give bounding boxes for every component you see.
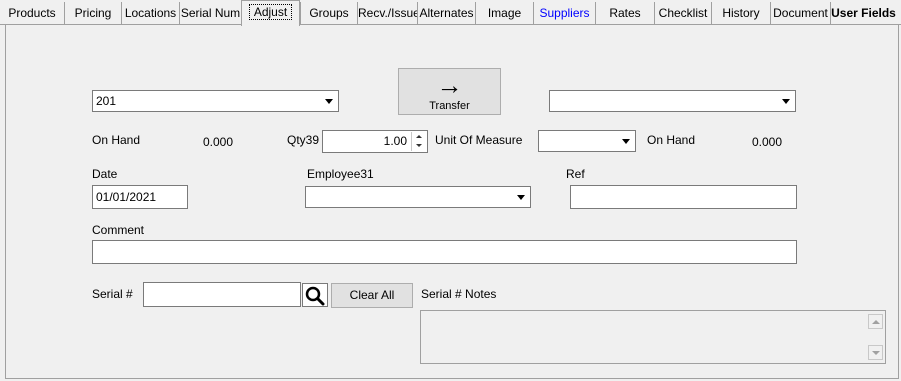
- transfer-button-label: Transfer: [429, 100, 470, 112]
- tab-products-label: Products: [8, 6, 56, 20]
- chevron-down-icon[interactable]: [321, 92, 337, 110]
- clear-all-button[interactable]: Clear All: [331, 283, 413, 308]
- tab-locations-label: Locations: [124, 6, 177, 20]
- scroll-up-icon[interactable]: [868, 314, 883, 329]
- chevron-down-icon[interactable]: [618, 132, 634, 150]
- tab-strip: Products Pricing Locations Serial Num Ad…: [0, 0, 901, 26]
- tab-locations[interactable]: Locations: [121, 2, 179, 25]
- tab-adjust-label: Adjust: [248, 4, 293, 20]
- tab-suppliers-label: Suppliers: [539, 6, 590, 20]
- chevron-down-icon[interactable]: [778, 92, 794, 110]
- tab-user-fields[interactable]: User Fields: [830, 2, 896, 25]
- comment-field[interactable]: [92, 240, 797, 264]
- uom-label: Unit Of Measure: [435, 133, 523, 147]
- tab-serial-num[interactable]: Serial Num: [179, 2, 241, 25]
- transfer-button[interactable]: → Transfer: [398, 68, 501, 115]
- ref-field[interactable]: [570, 185, 797, 209]
- tab-history[interactable]: History: [711, 2, 770, 25]
- date-value: 01/01/2021: [96, 190, 157, 204]
- tab-suppliers[interactable]: Suppliers: [533, 2, 595, 25]
- serial-notes-field[interactable]: [420, 310, 886, 364]
- serial-label: Serial #: [92, 287, 133, 301]
- serial-notes-label: Serial # Notes: [421, 287, 497, 301]
- serial-input[interactable]: [143, 282, 301, 307]
- tab-rates-label: Rates: [609, 6, 641, 20]
- spin-up-icon[interactable]: [412, 132, 426, 141]
- chevron-down-icon[interactable]: [513, 188, 529, 206]
- uom-select[interactable]: [538, 130, 636, 152]
- from-location-value: 201: [96, 94, 117, 108]
- tab-alternates-label: Alternates: [419, 6, 474, 20]
- tab-document[interactable]: Document: [770, 2, 830, 25]
- tab-recv-issue[interactable]: Recv./Issue: [357, 2, 417, 25]
- qty-spin-buttons[interactable]: [411, 132, 426, 151]
- tab-image[interactable]: Image: [475, 2, 533, 25]
- on-hand-right-value: 0.000: [752, 135, 783, 149]
- qty-stepper[interactable]: 1.00: [322, 130, 428, 153]
- from-location-select[interactable]: 201: [92, 90, 339, 112]
- qty-label: Qty39: [287, 133, 320, 147]
- scroll-down-icon[interactable]: [868, 345, 883, 360]
- tab-pricing-label: Pricing: [74, 6, 112, 20]
- tab-adjust[interactable]: Adjust: [241, 0, 300, 26]
- tab-groups-label: Groups: [309, 6, 349, 20]
- arrow-right-icon: →: [436, 70, 463, 100]
- tab-serial-num-label: Serial Num: [180, 6, 241, 20]
- tab-recv-issue-label: Recv./Issue: [358, 6, 417, 20]
- comment-label: Comment: [92, 223, 145, 237]
- ref-label: Ref: [566, 167, 585, 181]
- employee-select[interactable]: [305, 186, 531, 208]
- qty-value: 1.00: [383, 134, 407, 148]
- tab-groups[interactable]: Groups: [300, 2, 357, 25]
- tab-pricing[interactable]: Pricing: [64, 2, 121, 25]
- tab-checklist-label: Checklist: [658, 6, 708, 20]
- on-hand-left-label: On Hand: [92, 133, 141, 147]
- date-field[interactable]: 01/01/2021: [92, 185, 188, 209]
- tab-rates[interactable]: Rates: [595, 2, 654, 25]
- to-location-select[interactable]: [549, 90, 796, 112]
- tab-document-label: Document: [773, 6, 828, 20]
- serial-notes-scrollbar[interactable]: [867, 312, 884, 362]
- tab-products[interactable]: Products: [0, 2, 64, 25]
- tab-checklist[interactable]: Checklist: [654, 2, 711, 25]
- on-hand-left-value: 0.000: [203, 135, 234, 149]
- tab-history-label: History: [722, 6, 760, 20]
- tab-alternates[interactable]: Alternates: [417, 2, 475, 25]
- search-icon[interactable]: [302, 283, 328, 307]
- tab-user-fields-label: User Fields: [831, 6, 896, 20]
- clear-all-label: Clear All: [349, 288, 395, 302]
- tab-image-label: Image: [487, 6, 522, 20]
- employee-label: Employee31: [307, 167, 374, 181]
- on-hand-right-label: On Hand: [647, 133, 696, 147]
- date-label: Date: [92, 167, 118, 181]
- spin-down-icon[interactable]: [412, 141, 426, 150]
